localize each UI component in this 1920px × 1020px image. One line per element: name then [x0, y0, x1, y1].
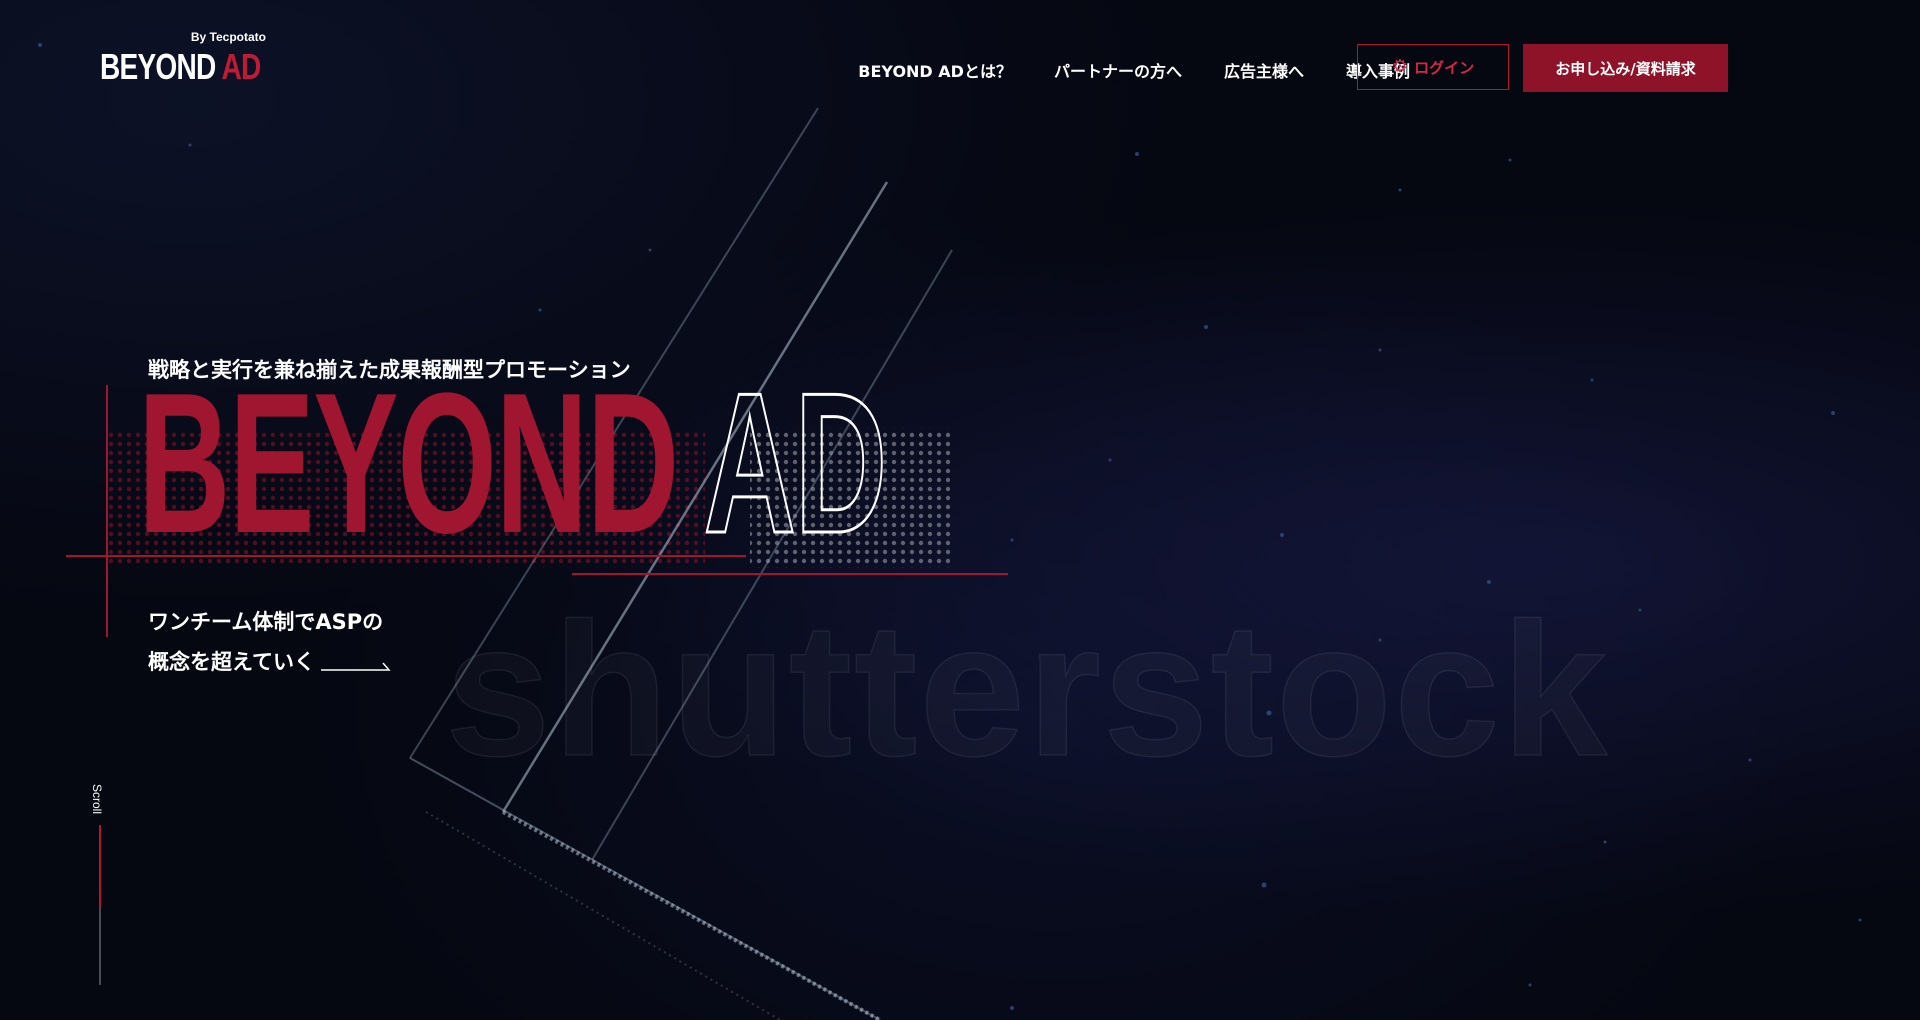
nav-item-advertisers[interactable]: 広告主様へ — [1224, 58, 1304, 82]
logo-word-ad: AD — [221, 46, 261, 87]
scroll-progress — [99, 825, 101, 909]
watermark: shutterstock — [444, 584, 1610, 796]
apply-button[interactable]: お申し込み/資料請求 — [1523, 44, 1728, 92]
login-button[interactable]: ⚙ ログイン — [1357, 44, 1509, 90]
hero-title-ad: AD — [703, 352, 889, 575]
hero-description: ワンチーム体制でASPの 概念を超えていく — [148, 602, 391, 682]
login-label: ログイン — [1414, 58, 1475, 77]
hero-description-line-2-wrap: 概念を超えていく — [148, 642, 391, 682]
logo-byline: By Tecpotato — [190, 30, 266, 44]
hero-vertical-line — [106, 385, 108, 637]
main-nav: BEYOND ADとは？ パートナーの方へ 広告主様へ 導入事例 — [816, 44, 1410, 96]
apply-label: お申し込み/資料請求 — [1555, 59, 1696, 78]
logo[interactable]: By Tecpotato BEYOND AD — [100, 30, 270, 90]
hero-description-line-2: 概念を超えていく — [148, 650, 315, 674]
nav-item-about[interactable]: BEYOND ADとは？ — [858, 58, 1012, 82]
hero-description-line-1: ワンチーム体制でASPの — [148, 610, 384, 634]
arrow-right-icon[interactable] — [320, 659, 391, 671]
hero-title-beyond: BEYOND — [138, 352, 679, 575]
page: shutterstock By Tecpotato BEYOND AD BEYO… — [0, 0, 1920, 1020]
scroll-label: Scroll — [90, 784, 104, 815]
nav-item-partners[interactable]: パートナーの方へ — [1054, 58, 1182, 82]
logo-word-beyond: BEYOND — [100, 46, 216, 87]
hero-title: BEYOND AD — [138, 362, 888, 565]
gear-icon: ⚙ — [1391, 56, 1409, 77]
logo-wordmark: BEYOND AD — [100, 46, 261, 88]
